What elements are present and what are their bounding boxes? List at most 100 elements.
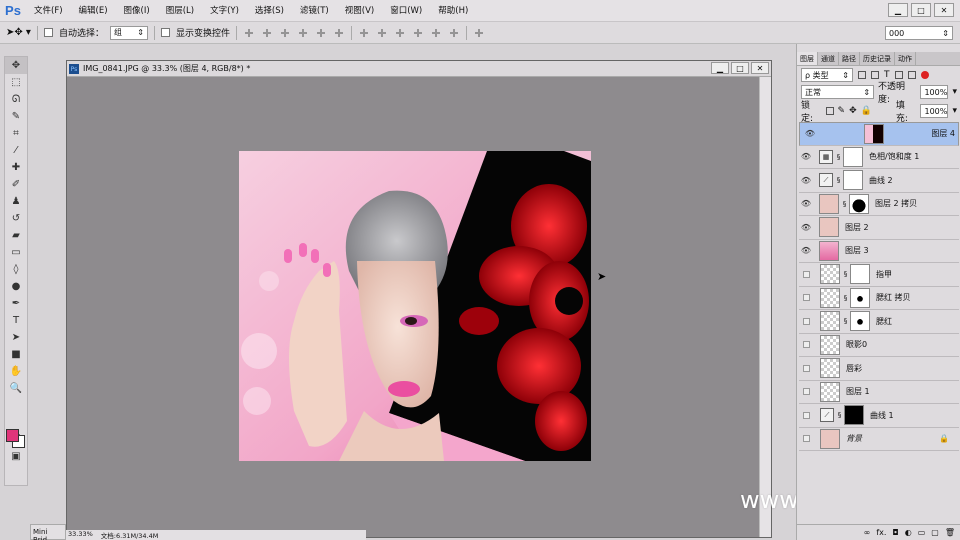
menu-layer[interactable]: 图层(L) (158, 0, 202, 22)
fill-input[interactable]: 100% (920, 104, 949, 118)
align-top-icon[interactable] (243, 26, 255, 39)
history-brush-icon[interactable]: ↺ (5, 210, 27, 227)
lock-pixels-icon[interactable]: ✎ (838, 106, 846, 116)
move-tool-icon[interactable]: ➤✥ ▾ (6, 27, 31, 38)
menu-select[interactable]: 选择(S) (247, 0, 292, 22)
gradient-tool-icon[interactable]: ▭ (5, 244, 27, 261)
layer-row[interactable]: 👁 图层 4 (799, 122, 959, 146)
visibility-toggle[interactable] (803, 411, 810, 419)
menu-window[interactable]: 窗口(W) (382, 0, 430, 22)
workspace-dropdown[interactable]: 000 ⇕ (885, 26, 953, 40)
opacity-dropdown-icon[interactable]: ▾ (952, 87, 957, 97)
zoom-tool-icon[interactable]: 🔍 (5, 380, 27, 397)
show-transform-checkbox[interactable] (160, 28, 170, 37)
layer-row[interactable]: 眼影0 (799, 334, 959, 357)
layer-row[interactable]: 👁 ⟋ § 曲线 2 (799, 169, 959, 193)
eye-icon[interactable]: 👁 (799, 176, 813, 185)
layer-kind-dropdown[interactable]: ρ 类型 ⇕ (801, 68, 853, 82)
doc-close-button[interactable]: ✕ (751, 62, 769, 74)
menu-view[interactable]: 视图(V) (337, 0, 382, 22)
tab-channels[interactable]: 通道 (818, 52, 839, 65)
screen-mode-icon[interactable]: ▣ (5, 448, 27, 465)
opacity-input[interactable]: 100% (920, 85, 949, 99)
fill-dropdown-icon[interactable]: ▾ (952, 106, 957, 116)
layer-row[interactable]: 👁 § 图层 2 拷贝 (799, 193, 959, 216)
eye-icon[interactable]: 👁 (799, 223, 813, 232)
layer-row[interactable]: § 腮红 (799, 310, 959, 334)
distribute-bottom-icon[interactable] (394, 26, 406, 39)
blend-mode-dropdown[interactable]: 正常 ⇕ (801, 85, 875, 99)
trash-icon[interactable]: 🗑 (945, 528, 955, 537)
smart-object-filter-icon[interactable] (907, 71, 916, 79)
layer-row[interactable]: 👁 ▦ § 色相/饱和度 1 (799, 146, 959, 169)
menu-image[interactable]: 图像(I) (116, 0, 158, 22)
vertical-scrollbar[interactable] (759, 77, 771, 537)
distribute-hcenter-icon[interactable] (430, 26, 442, 39)
align-hcenter-icon[interactable] (315, 26, 327, 39)
shape-filter-icon[interactable] (894, 71, 903, 79)
auto-select-dropdown[interactable]: 组 ⇕ (109, 25, 148, 40)
menu-help[interactable]: 帮助(H) (430, 0, 476, 22)
tab-history[interactable]: 历史记录 (860, 52, 895, 65)
eye-icon[interactable]: 👁 (799, 246, 813, 255)
distribute-top-icon[interactable] (358, 26, 370, 39)
menu-edit[interactable]: 编辑(E) (71, 0, 116, 22)
layer-row[interactable]: 唇彩 (799, 357, 959, 381)
tab-actions[interactable]: 动作 (895, 52, 916, 65)
brush-tool-icon[interactable]: ✐ (5, 176, 27, 193)
eraser-tool-icon[interactable]: ▰ (5, 227, 27, 244)
layer-row[interactable]: 图层 1 (799, 381, 959, 404)
marquee-tool-icon[interactable]: ⬚ (5, 74, 27, 91)
menu-type[interactable]: 文字(Y) (202, 0, 247, 22)
move-tool-icon[interactable]: ✥ (5, 57, 27, 74)
distribute-vcenter-icon[interactable] (376, 26, 388, 39)
lock-transparency-icon[interactable] (825, 107, 834, 115)
pen-tool-icon[interactable]: ✒ (5, 295, 27, 312)
tab-paths[interactable]: 路径 (839, 52, 860, 65)
layer-row[interactable]: ⟋ § 曲线 1 (799, 404, 959, 428)
adjustment-layer-icon[interactable]: ◐ (905, 528, 912, 537)
close-button[interactable]: ✕ (934, 3, 954, 17)
eye-icon[interactable]: 👁 (803, 129, 817, 138)
lasso-tool-icon[interactable]: ᘏ (5, 91, 27, 108)
maximize-button[interactable]: □ (911, 3, 931, 17)
visibility-toggle[interactable] (803, 364, 810, 372)
add-mask-icon[interactable]: ◘ (892, 528, 898, 537)
auto-select-checkbox[interactable] (43, 28, 53, 37)
visibility-toggle[interactable] (803, 435, 810, 443)
quick-select-tool-icon[interactable]: ✎ (5, 108, 27, 125)
foreground-color-swatch[interactable] (6, 429, 19, 442)
canvas-image[interactable] (239, 151, 591, 461)
eye-icon[interactable]: 👁 (799, 199, 813, 208)
visibility-toggle[interactable] (803, 270, 810, 278)
clone-stamp-icon[interactable]: ♟ (5, 193, 27, 210)
auto-align-icon[interactable] (473, 26, 485, 39)
zoom-level[interactable]: 33.33% (68, 530, 93, 540)
eye-icon[interactable]: 👁 (799, 152, 813, 161)
filter-toggle-icon[interactable] (920, 71, 929, 79)
mini-bridge-tab[interactable]: Mini Brid (30, 524, 66, 540)
layer-row[interactable]: § 腮红 拷贝 (799, 287, 959, 310)
distribute-right-icon[interactable] (448, 26, 460, 39)
layer-row[interactable]: § 指甲 (799, 263, 959, 287)
lock-position-icon[interactable]: ✥ (849, 106, 857, 116)
visibility-toggle[interactable] (803, 294, 810, 302)
visibility-toggle[interactable] (803, 341, 810, 349)
healing-brush-icon[interactable]: ✚ (5, 159, 27, 176)
layer-row[interactable]: 👁 图层 3 (799, 240, 959, 263)
lock-all-icon[interactable]: 🔒 (861, 106, 872, 116)
visibility-toggle[interactable] (803, 317, 810, 325)
link-layers-icon[interactable]: ∞ (864, 528, 871, 537)
document-tab[interactable]: Ps IMG_0841.JPG @ 33.3% (图层 4, RGB/8*) *… (67, 61, 771, 77)
align-left-icon[interactable] (297, 26, 309, 39)
new-layer-icon[interactable]: ▢ (931, 528, 939, 537)
fx-icon[interactable]: fx. (876, 528, 886, 537)
menu-file[interactable]: 文件(F) (26, 0, 71, 22)
pixel-filter-icon[interactable] (858, 71, 866, 79)
type-tool-icon[interactable]: T (5, 312, 27, 329)
tab-layers[interactable]: 图层 (797, 52, 818, 65)
new-group-icon[interactable]: ▭ (918, 528, 926, 537)
align-right-icon[interactable] (333, 26, 345, 39)
path-select-icon[interactable]: ➤ (5, 329, 27, 346)
crop-tool-icon[interactable]: ⌗ (5, 125, 27, 142)
